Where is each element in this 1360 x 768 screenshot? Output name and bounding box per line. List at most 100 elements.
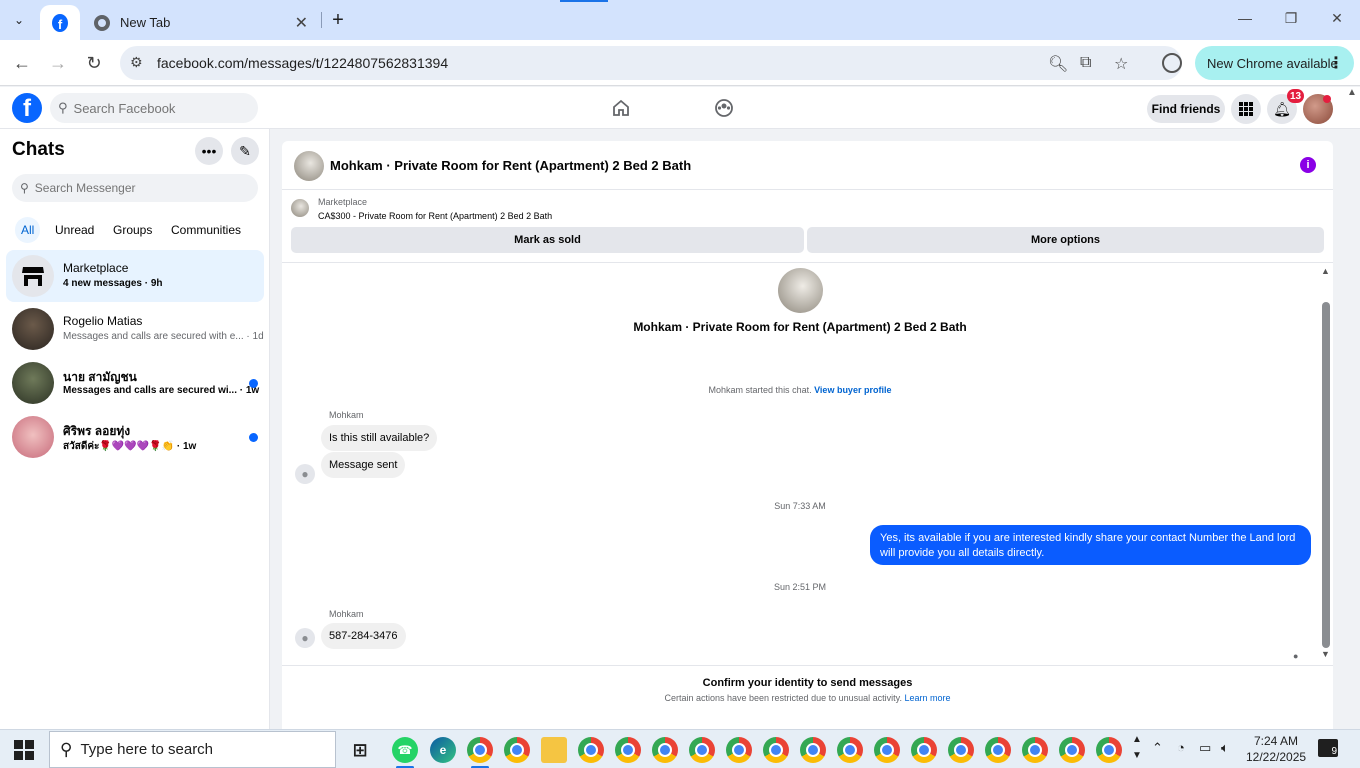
chrome-profile-icon[interactable] (800, 737, 826, 763)
chrome-profile-icon[interactable] (1059, 737, 1085, 763)
chrome-profile-icon[interactable] (689, 737, 715, 763)
filter-unread[interactable]: Unread (49, 217, 100, 243)
chrome-profile-icon[interactable] (1096, 737, 1122, 763)
chrome-profile-icon[interactable] (948, 737, 974, 763)
tab-facebook[interactable]: f (40, 5, 80, 40)
view-buyer-profile-link[interactable]: View buyer profile (814, 385, 891, 395)
edge-icon[interactable]: e (430, 737, 456, 763)
reload-button[interactable]: ↻ (81, 50, 107, 76)
scroll-up-icon[interactable]: ▲ (1321, 266, 1330, 276)
notification-count: 9 (1331, 746, 1337, 757)
listing-avatar[interactable] (294, 151, 324, 181)
messenger-search[interactable]: ⚲ (12, 174, 258, 202)
network-icon[interactable]: ◔ (1177, 740, 1185, 755)
close-tab-icon[interactable]: ✕ (295, 13, 308, 33)
restore-button[interactable]: ❐ (1281, 10, 1301, 27)
back-button[interactable]: ← (9, 50, 35, 76)
chat-preview: สวัสดีค่ะ🌹💜💜💜🌹👏 · 1w (63, 441, 197, 452)
chat-name: Marketplace (63, 261, 129, 275)
thread-scrollbar[interactable]: ▲ ▼ (1320, 264, 1332, 665)
facebook-search-input[interactable] (73, 100, 244, 116)
bookmark-star-icon[interactable]: ☆ (1114, 54, 1128, 74)
more-options-button[interactable]: More options (807, 227, 1324, 253)
filter-communities[interactable]: Communities (165, 217, 247, 243)
listing-title[interactable]: CA$300 - Private Room for Rent (Apartmen… (318, 211, 552, 221)
facebook-search[interactable]: ⚲ (50, 93, 258, 123)
marketplace-label: Marketplace (318, 197, 368, 207)
conversation-title[interactable]: Mohkam · Private Room for Rent (Apartmen… (330, 158, 691, 173)
chat-item-thai-2[interactable]: ศิริพร ลอยทุ่ง สวัสดีค่ะ🌹💜💜💜🌹👏 · 1w (6, 411, 264, 463)
learn-more-link[interactable]: Learn more (904, 693, 950, 703)
tab-new-tab[interactable]: New Tab ✕ (82, 5, 320, 40)
chrome-profile-icon[interactable] (615, 737, 641, 763)
chrome-menu-icon[interactable]: ⋮ (1328, 53, 1344, 73)
more-options-icon[interactable]: ••• (195, 137, 223, 165)
volume-icon[interactable]: 🔈︎ (1221, 740, 1229, 756)
started-text: Mohkam started this chat. (708, 385, 812, 395)
page-scroll-up-icon[interactable]: ▲ (1347, 87, 1357, 98)
chrome-icon[interactable] (504, 737, 530, 763)
taskbar-scroll-icon[interactable]: ▲ ▼ (1132, 732, 1142, 764)
incoming-message[interactable]: Is this still available? (321, 425, 438, 451)
sender-name: Mohkam (329, 609, 364, 619)
chrome-profile-icon[interactable] (874, 737, 900, 763)
scroll-down-icon[interactable]: ▼ (1321, 649, 1330, 659)
windows-start-icon[interactable] (14, 740, 34, 760)
system-clock[interactable]: 7:24 AM 12/22/2025 (1246, 733, 1306, 765)
tab-search-button[interactable]: ⌄ (6, 8, 32, 32)
close-window-button[interactable]: ✕ (1327, 10, 1347, 27)
incoming-message[interactable]: Message sent (321, 452, 406, 478)
chrome-profile-icon[interactable] (763, 737, 789, 763)
chrome-profile-icon[interactable] (578, 737, 604, 763)
home-icon[interactable] (609, 97, 633, 119)
chat-item-thai-1[interactable]: นาย สามัญชน Messages and calls are secur… (6, 357, 264, 409)
chrome-icon[interactable] (467, 737, 493, 763)
messenger-search-input[interactable] (34, 181, 235, 195)
zoom-icon[interactable]: 🔍︎ (1048, 54, 1068, 74)
install-app-icon[interactable]: ⧉ (1080, 54, 1091, 72)
find-friends-button[interactable]: Find friends (1147, 95, 1225, 123)
message-thread[interactable]: Mohkam · Private Room for Rent (Apartmen… (282, 264, 1333, 665)
address-bar[interactable]: ⚙ facebook.com/messages/t/12248075628313… (120, 46, 1182, 80)
profile-icon[interactable] (1162, 53, 1182, 73)
battery-icon[interactable]: ▭ (1199, 740, 1211, 756)
whatsapp-icon[interactable]: ☎ (392, 737, 418, 763)
site-info-icon[interactable]: ⚙ (130, 54, 143, 71)
filter-groups[interactable]: Groups (107, 217, 158, 243)
chrome-profile-icon[interactable] (726, 737, 752, 763)
url-text[interactable]: facebook.com/messages/t/1224807562831394 (157, 55, 448, 71)
chrome-profile-icon[interactable] (652, 737, 678, 763)
incoming-message[interactable]: 587-284-3476 (321, 623, 406, 649)
scroll-thumb[interactable] (1322, 302, 1330, 648)
sender-avatar-icon: ● (295, 464, 315, 484)
chat-item-rogelio[interactable]: Rogelio Matias Messages and calls are se… (6, 303, 264, 355)
chrome-profile-icon[interactable] (985, 737, 1011, 763)
task-view-icon[interactable]: ⊞ (347, 737, 373, 763)
groups-icon[interactable] (712, 97, 736, 119)
chat-started-note: Mohkam started this chat. View buyer pro… (282, 385, 1318, 395)
facebook-logo-icon[interactable]: f (12, 93, 42, 123)
filter-all[interactable]: All (15, 217, 41, 243)
show-hidden-icons-icon[interactable]: ⌃ (1152, 740, 1163, 756)
taskbar-search[interactable]: ⚲ Type here to search (49, 731, 336, 768)
identity-confirm-banner: Confirm your identity to send messages C… (282, 665, 1333, 731)
chrome-profile-icon[interactable] (911, 737, 937, 763)
listing-thumbnail[interactable] (291, 199, 309, 217)
new-tab-button[interactable]: + (326, 8, 350, 32)
new-message-icon[interactable]: ✎ (231, 137, 259, 165)
conversation-panel: Mohkam · Private Room for Rent (Apartmen… (282, 141, 1333, 731)
info-icon[interactable]: i (1300, 157, 1316, 173)
notification-center-icon[interactable]: 9 (1318, 739, 1338, 757)
chrome-profile-icon[interactable] (837, 737, 863, 763)
marketplace-listing-bar: Marketplace CA$300 - Private Room for Re… (282, 191, 1333, 263)
menu-grid-icon[interactable] (1231, 94, 1261, 124)
outgoing-message[interactable]: Yes, its available if you are interested… (870, 525, 1311, 565)
chrome-profile-icon[interactable] (1022, 737, 1048, 763)
new-chrome-available-button[interactable]: New Chrome available ⋮ (1195, 46, 1354, 80)
minimize-button[interactable]: — (1235, 10, 1255, 26)
forward-button[interactable]: → (45, 50, 71, 76)
file-explorer-icon[interactable] (541, 737, 567, 763)
mark-as-sold-button[interactable]: Mark as sold (291, 227, 804, 253)
confirm-subtitle: Certain actions have been restricted due… (282, 693, 1333, 703)
chat-item-marketplace[interactable]: Marketplace 4 new messages · 9h (6, 250, 264, 302)
